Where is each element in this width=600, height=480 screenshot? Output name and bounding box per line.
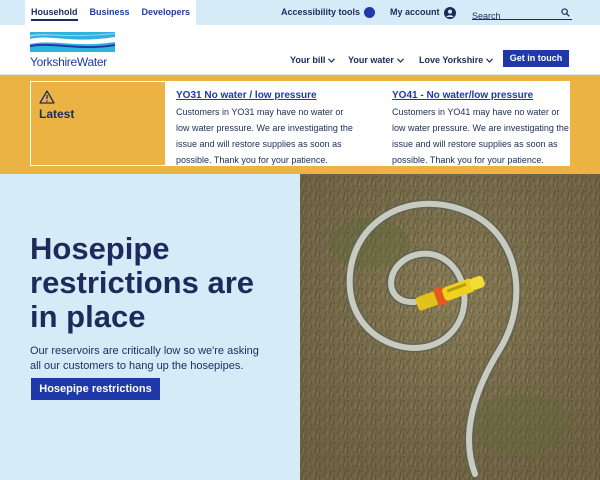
my-account-label: My account	[390, 7, 440, 17]
accessibility-tools-label: Accessibility tools	[281, 7, 361, 17]
search-box	[472, 6, 572, 23]
get-in-touch-button[interactable]: Get in touch	[503, 50, 569, 67]
utility-bar: Household Business Developers Accessibil…	[0, 0, 600, 25]
segment-tabs: Household Business Developers	[25, 0, 197, 25]
notice-link-yo31[interactable]: YO31 No water / low pressure	[176, 89, 356, 102]
latest-title: Latest	[39, 107, 75, 121]
latest-label-panel: Latest	[31, 82, 165, 165]
accessibility-icon	[364, 7, 376, 18]
hero-title: Hosepipe restrictions are in place	[30, 231, 254, 334]
hero-section: Hosepipe restrictions are in place Our r…	[0, 174, 600, 480]
chevron-down-icon	[396, 57, 404, 63]
notice-body-yo31: Customers in YO31 may have no water or l…	[176, 107, 353, 165]
notice-link-yo41[interactable]: YO41 - No water/low pressure	[392, 89, 572, 102]
hosepipe-restrictions-button[interactable]: Hosepipe restrictions	[31, 378, 160, 400]
search-input[interactable]	[472, 9, 556, 23]
chevron-down-icon	[328, 57, 336, 63]
hero-description: Our reservoirs are critically low so we'…	[30, 345, 259, 372]
logo-wave-icon	[30, 32, 115, 52]
nav-love-yorkshire-label: Love Yorkshire	[419, 55, 484, 65]
logo-text: YorkshireWater	[30, 55, 107, 69]
latest-alerts-band: Latest YO31 No water / low pressure Cust…	[0, 75, 600, 174]
notice-item: YO31 No water / low pressure Customers i…	[176, 89, 356, 168]
search-icon[interactable]	[561, 8, 570, 17]
notice-item: YO41 - No water/low pressure Customers i…	[392, 89, 572, 168]
hosepipe-on-grass-image	[300, 174, 600, 480]
yorkshire-water-logo[interactable]: YorkshireWater	[30, 32, 115, 70]
tab-household[interactable]: Household	[25, 0, 84, 25]
user-icon	[443, 6, 456, 19]
nav-your-bill-label: Your bill	[290, 55, 326, 65]
notice-body-yo41: Customers in YO41 may have no water or l…	[392, 107, 569, 165]
chevron-down-icon	[486, 57, 494, 63]
tab-developers[interactable]: Developers	[136, 0, 197, 25]
tab-business[interactable]: Business	[84, 0, 136, 25]
nav-your-bill[interactable]: Your bill	[290, 55, 336, 65]
my-account-link[interactable]: My account	[390, 0, 456, 25]
accessibility-tools-link[interactable]: Accessibility tools	[281, 0, 376, 25]
nav-your-water-label: Your water	[348, 55, 394, 65]
nav-your-water[interactable]: Your water	[348, 55, 404, 65]
nav-love-yorkshire[interactable]: Love Yorkshire	[419, 55, 494, 65]
latest-alerts-box: Latest YO31 No water / low pressure Cust…	[30, 81, 570, 166]
warning-icon	[39, 90, 55, 104]
